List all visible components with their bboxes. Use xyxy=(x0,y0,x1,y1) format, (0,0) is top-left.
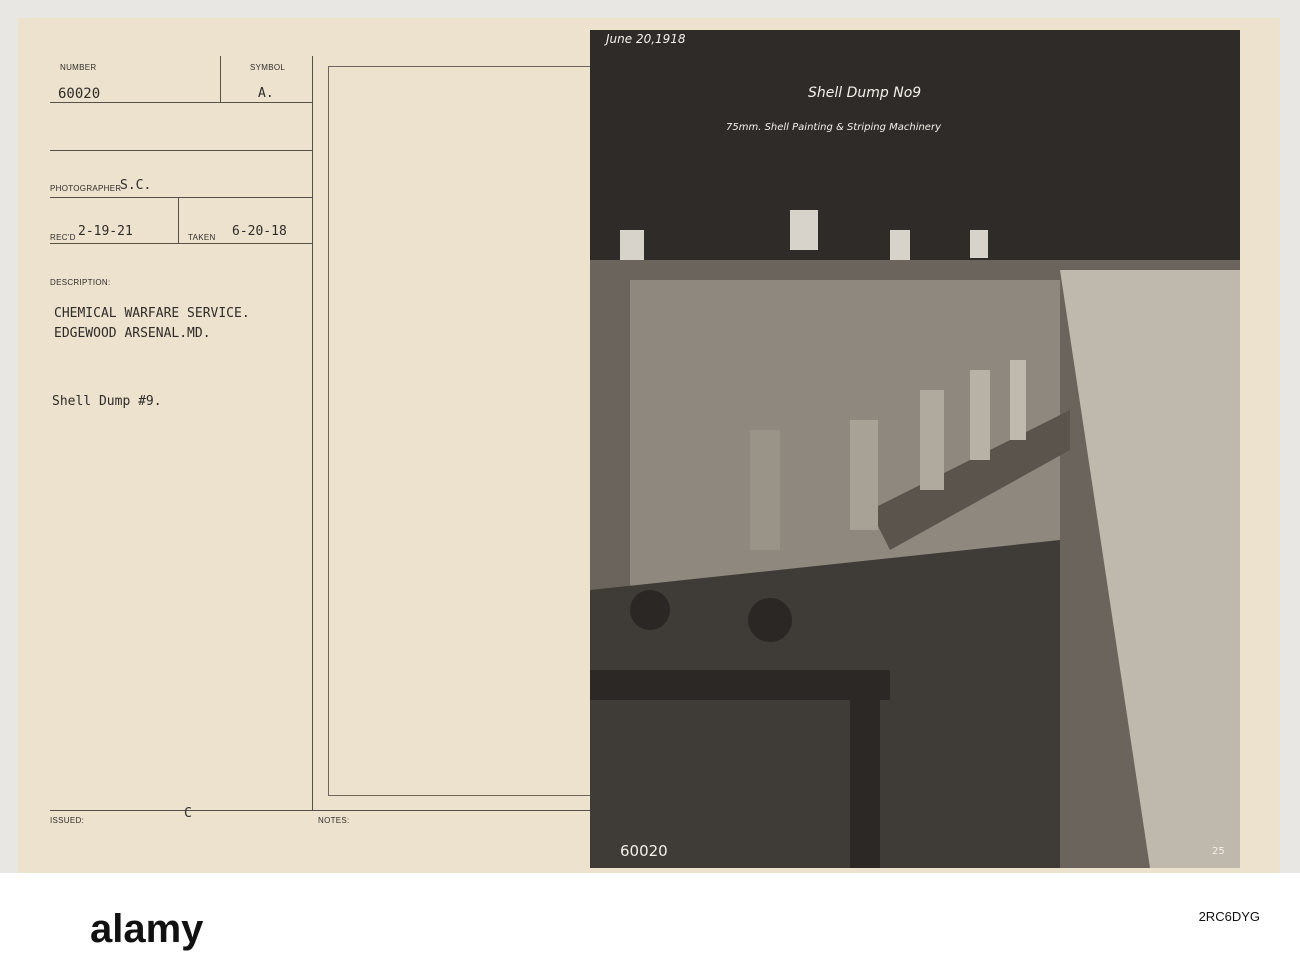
notes-label: NOTES: xyxy=(318,816,350,825)
photographer-value: S.C. xyxy=(120,178,152,193)
number-value: 60020 xyxy=(58,86,101,102)
photo-title: Shell Dump No9 xyxy=(808,85,922,101)
taken-value: 6-20-18 xyxy=(232,224,287,239)
description-line1: CHEMICAL WARFARE SERVICE. xyxy=(54,306,250,321)
stock-watermark-bar: alamy 2RC6DYG xyxy=(0,873,1300,971)
photo-ref-number: 60020 xyxy=(620,842,668,860)
number-label: NUMBER xyxy=(60,63,97,72)
photographer-label: PHOTOGRAPHER xyxy=(50,184,122,193)
archival-photo: June 20,1918 Shell Dump No9 75mm. Shell … xyxy=(590,30,1240,868)
alamy-logo: alamy xyxy=(90,907,204,951)
description-line2: EDGEWOOD ARSENAL.MD. xyxy=(54,326,211,341)
notes-box xyxy=(328,66,592,796)
photo-date: June 20,1918 xyxy=(606,32,686,46)
recd-label: REC'D xyxy=(50,233,76,242)
description-label: DESCRIPTION: xyxy=(50,278,111,287)
photo-plate-number: 25 xyxy=(1212,846,1225,857)
taken-label: TAKEN xyxy=(188,233,216,242)
photo-caption: 75mm. Shell Painting & Striping Machiner… xyxy=(726,122,941,133)
symbol-label: SYMBOL xyxy=(250,63,286,72)
image-code: 2RC6DYG xyxy=(1198,909,1260,924)
symbol-value: A. xyxy=(258,86,274,101)
recd-value: 2-19-21 xyxy=(78,224,133,239)
subject-text: Shell Dump #9. xyxy=(52,394,162,409)
issued-value: C xyxy=(184,806,192,821)
photo-scene xyxy=(590,30,1240,868)
issued-label: ISSUED: xyxy=(50,816,85,825)
